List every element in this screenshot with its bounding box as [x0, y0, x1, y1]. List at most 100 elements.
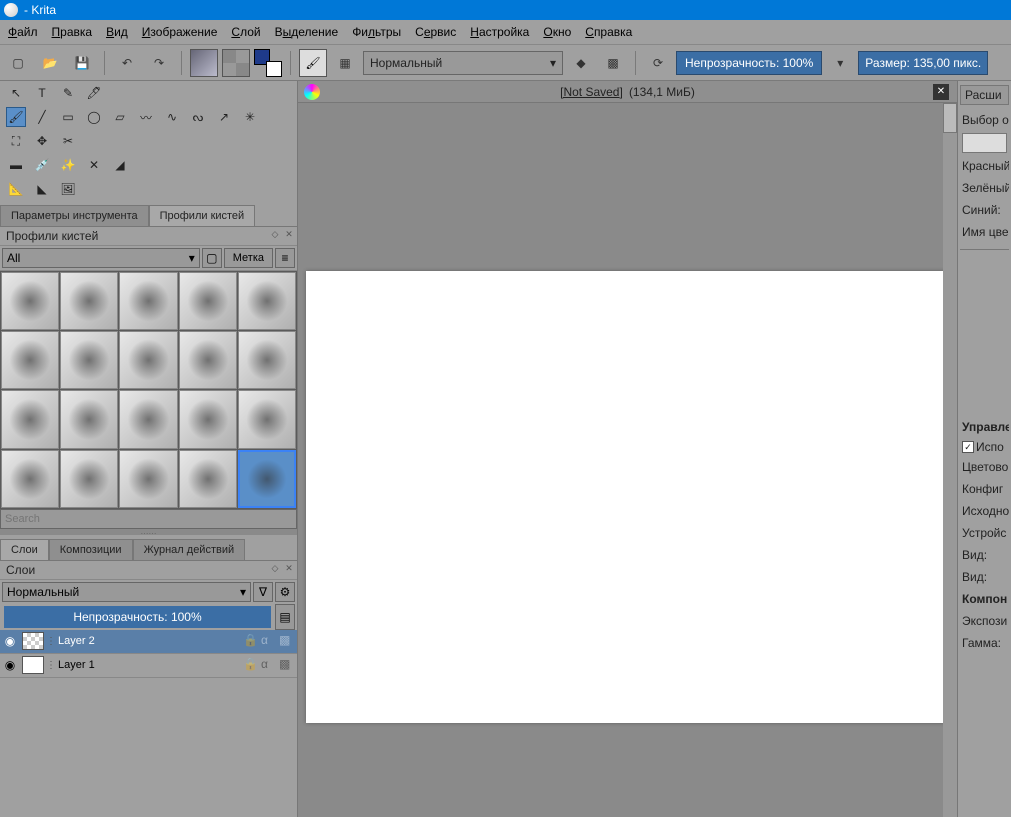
pattern-edit-tool[interactable]: ✨ — [58, 155, 78, 175]
brush-preset[interactable] — [60, 450, 118, 508]
brush-tool[interactable]: 🖌 — [6, 107, 26, 127]
multibrush-tool[interactable]: ✳ — [240, 107, 260, 127]
opacity-slider[interactable]: Непрозрачность: 100% — [676, 51, 822, 75]
freehand-path-tool[interactable]: ᔓ — [188, 107, 208, 127]
lock-icon[interactable]: 🔒 — [243, 657, 259, 673]
close-document-button[interactable]: ✕ — [933, 84, 949, 100]
color-picker-tool[interactable]: 💉 — [32, 155, 52, 175]
smart-fill-tool[interactable]: ✕ — [84, 155, 104, 175]
tab-undo-history[interactable]: Журнал действий — [133, 539, 246, 560]
opacity-toggle[interactable]: ▾ — [826, 49, 854, 77]
alpha-icon[interactable]: α — [261, 657, 277, 673]
save-file-button[interactable]: 💾 — [68, 49, 96, 77]
brush-preset[interactable] — [1, 331, 59, 389]
brush-tag-button[interactable]: Метка — [224, 248, 273, 268]
layer-settings-button[interactable]: ⚙ — [275, 582, 295, 602]
brush-preset[interactable] — [179, 390, 237, 448]
brush-filter-select[interactable]: All▾ — [2, 248, 200, 268]
brush-preset[interactable] — [179, 450, 237, 508]
blend-mode-select[interactable]: Нормальный▾ — [363, 51, 563, 75]
line-tool[interactable]: ╱ — [32, 107, 52, 127]
brush-preset-button[interactable]: 🖌 — [299, 49, 327, 77]
tab-tool-options[interactable]: Параметры инструмента — [0, 205, 149, 226]
brush-preset[interactable] — [60, 390, 118, 448]
use-checkbox[interactable]: ✓Испо — [960, 438, 1009, 456]
pattern-button[interactable] — [222, 49, 250, 77]
menu-filters[interactable]: Фильтры — [352, 25, 401, 39]
visibility-icon[interactable]: ◉ — [0, 634, 20, 648]
open-file-button[interactable]: 📂 — [36, 49, 64, 77]
tab-brush-presets[interactable]: Профили кистей — [149, 205, 256, 226]
move-layer-tool[interactable]: ✥ — [32, 131, 52, 151]
eraser-button[interactable]: ◆ — [567, 49, 595, 77]
polygon-tool[interactable]: ▱ — [110, 107, 130, 127]
color-swatch[interactable] — [254, 49, 282, 77]
layer-row[interactable]: ◉ ⋮ Layer 1 🔒α▩ — [0, 654, 297, 678]
rectangle-tool[interactable]: ▭ — [58, 107, 78, 127]
menu-tools[interactable]: Сервис — [415, 25, 456, 39]
brush-preset[interactable] — [179, 272, 237, 330]
scrollbar-thumb[interactable] — [943, 103, 957, 133]
crop-tool[interactable]: ✂ — [58, 131, 78, 151]
drag-handle-icon[interactable]: ⋮ — [46, 660, 54, 671]
brush-preset[interactable] — [119, 331, 177, 389]
alpha-lock-button[interactable]: ▩ — [599, 49, 627, 77]
layer-thumbnail-button[interactable]: ▤ — [275, 604, 295, 630]
brush-preset[interactable] — [238, 272, 296, 330]
undo-button[interactable]: ↶ — [113, 49, 141, 77]
brush-preset[interactable] — [119, 390, 177, 448]
lock-icon[interactable]: 🔒 — [243, 633, 259, 649]
polyline-tool[interactable]: 〰 — [136, 107, 156, 127]
menu-layer[interactable]: Слой — [231, 25, 260, 39]
gradient-tool[interactable]: ◢ — [110, 155, 130, 175]
alpha-inherit-icon[interactable]: ▩ — [279, 633, 295, 649]
color-preview[interactable] — [962, 133, 1007, 153]
gradient-button[interactable] — [190, 49, 218, 77]
fill-tool[interactable]: ▬ — [6, 155, 26, 175]
size-slider[interactable]: Размер: 135,00 пикс. — [858, 51, 988, 75]
brush-preset[interactable] — [60, 272, 118, 330]
brush-preset[interactable] — [179, 331, 237, 389]
tab-compositions[interactable]: Композиции — [49, 539, 133, 560]
brush-preset[interactable] — [1, 390, 59, 448]
brush-preset[interactable] — [60, 331, 118, 389]
menu-settings[interactable]: Настройка — [470, 25, 529, 39]
brush-preset[interactable] — [1, 272, 59, 330]
text-tool[interactable]: T — [32, 83, 52, 103]
menu-edit[interactable]: Правка — [52, 25, 93, 39]
bezier-tool[interactable]: ∿ — [162, 107, 182, 127]
layer-filter-button[interactable]: ∇ — [253, 582, 273, 602]
layer-blend-select[interactable]: Нормальный▾ — [2, 582, 251, 602]
reference-tool[interactable]: 🖼 — [58, 179, 78, 199]
menu-file[interactable]: Файл — [8, 25, 38, 39]
brush-preset[interactable] — [119, 450, 177, 508]
splitter[interactable]: ⋯⋯ — [0, 529, 297, 535]
edit-shapes-tool[interactable]: ✎ — [58, 83, 78, 103]
brush-view-mode[interactable]: ≡ — [275, 248, 295, 268]
layer-row[interactable]: ◉ ⋮ Layer 2 🔒α▩ — [0, 630, 297, 654]
brush-preset[interactable] — [238, 331, 296, 389]
dynamic-brush-tool[interactable]: ↗ — [214, 107, 234, 127]
brush-preset[interactable] — [238, 450, 296, 508]
assistants-tool[interactable]: ◣ — [32, 179, 52, 199]
layer-opacity-slider[interactable]: Непрозрачность: 100% — [4, 606, 271, 628]
brush-preset[interactable] — [238, 390, 296, 448]
move-tool[interactable]: ↖ — [6, 83, 26, 103]
tab-advanced[interactable]: Расши — [960, 85, 1009, 105]
redo-button[interactable]: ↷ — [145, 49, 173, 77]
alpha-icon[interactable]: α — [261, 633, 277, 649]
layer-name[interactable]: Layer 1 — [54, 659, 243, 671]
menu-select[interactable]: Выделение — [275, 25, 339, 39]
drag-handle-icon[interactable]: ⋮ — [46, 636, 54, 647]
menu-help[interactable]: Справка — [585, 25, 632, 39]
menu-view[interactable]: Вид — [106, 25, 128, 39]
menu-window[interactable]: Окно — [543, 25, 571, 39]
tab-layers[interactable]: Слои — [0, 539, 49, 560]
reload-button[interactable]: ⟳ — [644, 49, 672, 77]
brush-filter-clear[interactable]: ▢ — [202, 248, 222, 268]
visibility-icon[interactable]: ◉ — [0, 658, 20, 672]
alpha-inherit-icon[interactable]: ▩ — [279, 657, 295, 673]
dock-float-icon[interactable]: ◇ — [269, 229, 281, 241]
dock-close-icon[interactable]: ✕ — [283, 563, 295, 575]
measure-tool[interactable]: 📐 — [6, 179, 26, 199]
